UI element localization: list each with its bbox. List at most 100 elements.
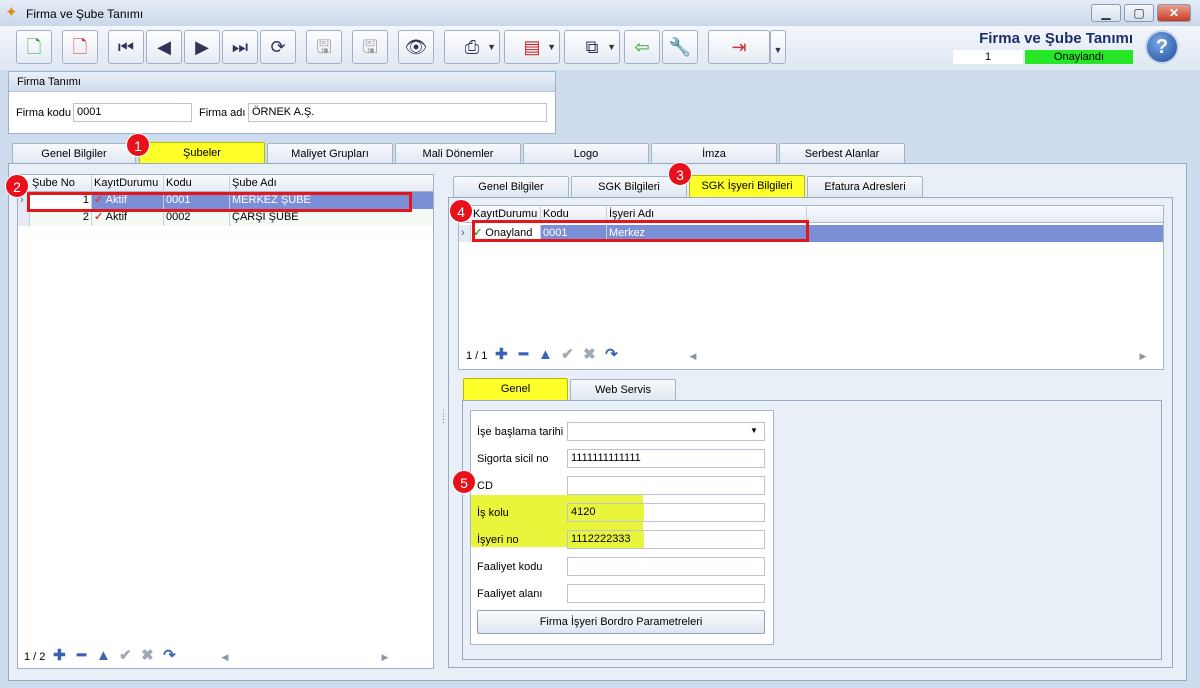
- table-row[interactable]: 2 ✓ Aktif 0002 ÇARŞI ŞUBE: [18, 209, 433, 226]
- cell-sube-no[interactable]: 2: [30, 209, 92, 226]
- cd-field[interactable]: [567, 476, 765, 495]
- cancel-save-button[interactable]: 🖫: [352, 30, 388, 64]
- column-header-sube-adi[interactable]: Şube Adı: [230, 175, 435, 191]
- save-icon: 🖫: [316, 37, 332, 57]
- save-button[interactable]: 🖫: [306, 30, 342, 64]
- cell-sube-adi[interactable]: MERKEZ ŞUBE: [230, 192, 435, 209]
- copy-button[interactable]: ⧉ ▼: [564, 30, 620, 64]
- annotation-badge-2: 2: [5, 174, 29, 198]
- tab-imza[interactable]: İmza: [651, 143, 777, 165]
- cd-label: CD: [477, 480, 493, 492]
- cancel-icon[interactable]: ✖: [578, 343, 600, 367]
- column-header-isyeri-adi[interactable]: İşyeri Adı: [607, 206, 807, 222]
- scroll-left-icon[interactable]: ◀: [690, 351, 697, 361]
- annotation-badge-4: 4: [449, 199, 473, 223]
- wrench-icon: 🔧: [668, 37, 692, 57]
- refresh-button[interactable]: ⟳: [260, 30, 296, 64]
- remove-icon[interactable]: ━: [70, 644, 92, 668]
- tab-sgk-isyeri-bilgileri[interactable]: SGK İşyeri Bilgileri: [689, 175, 805, 198]
- scroll-right-icon[interactable]: ▶: [1140, 351, 1147, 361]
- cell-sube-no[interactable]: 1: [30, 192, 92, 209]
- cell-kayit-durumu[interactable]: ✓ Onayland: [471, 225, 541, 242]
- faaliyet-alani-field[interactable]: [567, 584, 765, 603]
- sigorta-sicil-label: Sigorta sicil no: [477, 453, 549, 465]
- tab-logo[interactable]: Logo: [523, 143, 649, 165]
- preview-button[interactable]: 👁: [398, 30, 434, 64]
- previous-record-button[interactable]: ◀: [146, 30, 182, 64]
- exit-dropdown-button[interactable]: ▼: [770, 30, 786, 64]
- move-up-icon[interactable]: ▲: [534, 343, 556, 367]
- cell-isyeri-adi[interactable]: Merkez: [607, 225, 807, 242]
- dropdown-arrow-icon: ▼: [607, 42, 616, 52]
- cancel-icon[interactable]: ✖: [136, 644, 158, 668]
- isyeri-no-field[interactable]: 1112222333: [567, 530, 765, 549]
- cell-kodu[interactable]: 0001: [541, 225, 607, 242]
- table-row[interactable]: › ✓ Onayland 0001 Merkez: [459, 225, 1163, 242]
- ise-baslama-label: İşe başlama tarihi: [477, 426, 564, 438]
- help-button[interactable]: ?: [1145, 30, 1179, 64]
- print-button[interactable]: ⎙ ▼: [444, 30, 500, 64]
- firma-code-field[interactable]: 0001: [73, 103, 192, 122]
- table-row[interactable]: › 1 ✓ Aktif 0001 MERKEZ ŞUBE: [18, 192, 433, 209]
- cell-kodu[interactable]: 0002: [164, 209, 230, 226]
- row-indicator: [18, 209, 30, 226]
- next-record-button[interactable]: ▶: [184, 30, 220, 64]
- cell-kayit-durumu[interactable]: ✓ Aktif: [92, 209, 164, 226]
- tab-maliyet-gruplari[interactable]: Maliyet Grupları: [267, 143, 393, 165]
- annotation-badge-1: 1: [126, 133, 150, 157]
- move-up-icon[interactable]: ▲: [92, 644, 114, 668]
- add-icon[interactable]: ✚: [490, 343, 512, 367]
- remove-icon[interactable]: ━: [512, 343, 534, 367]
- new-record-button[interactable]: 🗋: [16, 30, 52, 64]
- refresh-icon[interactable]: ↷: [158, 644, 180, 668]
- refresh-icon: ⟳: [270, 37, 286, 57]
- cancel-save-icon: 🖫: [362, 37, 378, 57]
- settings-button[interactable]: 🔧: [662, 30, 698, 64]
- delete-record-button[interactable]: 🗋: [62, 30, 98, 64]
- first-record-button[interactable]: ⏮: [108, 30, 144, 64]
- tab-subeler[interactable]: Şubeler: [139, 142, 265, 165]
- dropdown-arrow-icon: ▼: [773, 45, 783, 55]
- scroll-right-icon[interactable]: ▶: [382, 652, 389, 662]
- firma-name-field[interactable]: ÖRNEK A.Ş.: [248, 103, 547, 122]
- export-pdf-button[interactable]: ▤ ▼: [504, 30, 560, 64]
- tab-efatura-adresleri[interactable]: Efatura Adresleri: [807, 176, 923, 198]
- column-header-sube-no[interactable]: Şube No: [30, 175, 92, 191]
- refresh-icon[interactable]: ↷: [600, 343, 622, 367]
- tab-serbest-alanlar[interactable]: Serbest Alanlar: [779, 143, 905, 165]
- confirm-icon[interactable]: ✔: [114, 644, 136, 668]
- close-button[interactable]: ✕: [1157, 4, 1191, 22]
- ise-baslama-date-picker[interactable]: [567, 422, 765, 441]
- add-icon[interactable]: ✚: [48, 644, 70, 668]
- cell-kodu[interactable]: 0001: [164, 192, 230, 209]
- checkmark-icon: ✓: [94, 194, 104, 206]
- last-record-button[interactable]: ⏭: [222, 30, 258, 64]
- grid-header: Şube No KayıtDurumu Kodu Şube Adı: [18, 175, 433, 192]
- scroll-left-icon[interactable]: ◀: [222, 652, 229, 662]
- faaliyet-kodu-field[interactable]: [567, 557, 765, 576]
- column-header-kodu[interactable]: Kodu: [164, 175, 230, 191]
- bordro-parametreleri-button[interactable]: Firma İşyeri Bordro Parametreleri: [477, 610, 765, 634]
- maximize-button[interactable]: ▢: [1124, 4, 1154, 22]
- tab-mali-donemler[interactable]: Mali Dönemler: [395, 143, 521, 165]
- cell-kayit-durumu[interactable]: ✓ Aktif: [92, 192, 164, 209]
- column-header-kayit-durumu[interactable]: KayıtDurumu: [92, 175, 164, 191]
- minimize-button[interactable]: ▁: [1091, 4, 1121, 22]
- tab-sube-genel-bilgiler[interactable]: Genel Bilgiler: [453, 176, 569, 198]
- confirm-icon[interactable]: ✔: [556, 343, 578, 367]
- import-button[interactable]: ⇦: [624, 30, 660, 64]
- subeler-navigator: 1 / 2 ✚ ━ ▲ ✔ ✖ ↷ ◀ ▶: [24, 644, 432, 668]
- date-dropdown-icon[interactable]: ▼: [750, 426, 758, 435]
- tab-genel-bilgiler[interactable]: Genel Bilgiler: [12, 143, 136, 165]
- form-title: Firma ve Şube Tanımı: [979, 30, 1133, 47]
- tab-genel[interactable]: Genel: [463, 378, 568, 401]
- exit-button[interactable]: ⇥: [708, 30, 770, 64]
- cell-sube-adi[interactable]: ÇARŞI ŞUBE: [230, 209, 435, 226]
- splitter-handle[interactable]: ⋮⋮: [439, 409, 448, 434]
- column-header-kayit-durumu[interactable]: KayıtDurumu: [471, 206, 541, 222]
- tab-web-servis[interactable]: Web Servis: [570, 379, 676, 401]
- column-header-kodu[interactable]: Kodu: [541, 206, 607, 222]
- pager-text: 1 / 1: [466, 350, 488, 362]
- sigorta-sicil-field[interactable]: 1111111111111: [567, 449, 765, 468]
- is-kolu-field[interactable]: 4120: [567, 503, 765, 522]
